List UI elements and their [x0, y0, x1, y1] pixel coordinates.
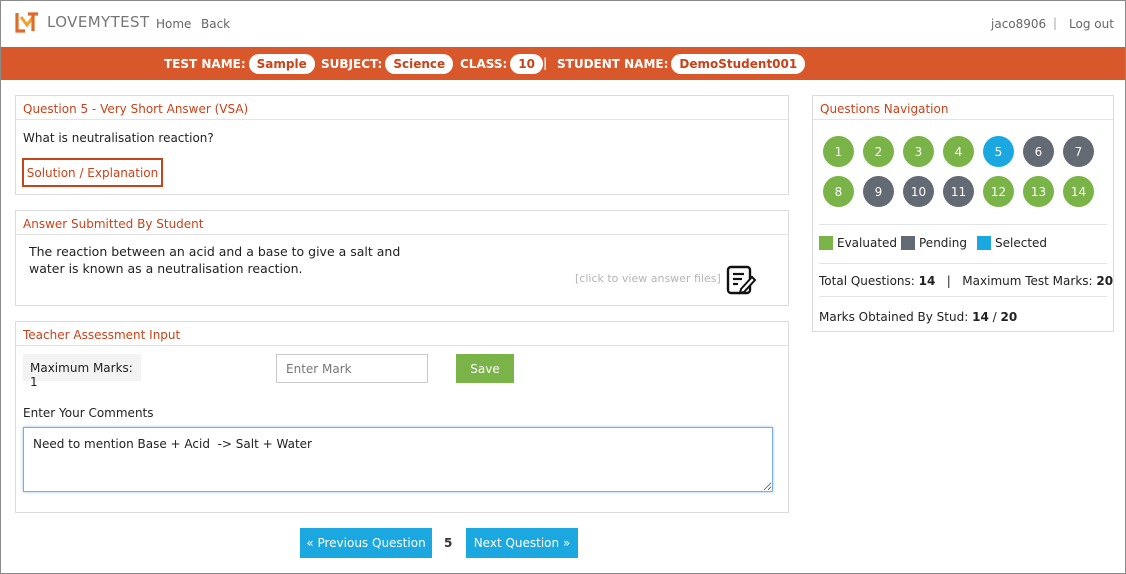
- next-question-button[interactable]: Next Question »: [466, 528, 578, 558]
- home-link[interactable]: Home: [156, 17, 191, 31]
- assessment-panel: Teacher Assessment Input Maximum Marks: …: [15, 321, 789, 513]
- nav-separator: |: [1053, 16, 1058, 30]
- question-nav-button[interactable]: 5: [983, 136, 1014, 167]
- question-nav-button[interactable]: 13: [1023, 176, 1054, 207]
- question-nav-button[interactable]: 11: [943, 176, 974, 207]
- question-nav-button[interactable]: 6: [1023, 136, 1054, 167]
- previous-question-button[interactable]: « Previous Question: [300, 528, 432, 558]
- subject-badge: Science: [385, 53, 454, 74]
- max-test-marks-value: 20: [1096, 274, 1114, 288]
- total-questions-value: 14: [918, 274, 936, 288]
- comments-textarea[interactable]: Need to mention Base + Acid -> Salt + Wa…: [23, 427, 773, 492]
- legend-pending: Pending: [901, 236, 967, 250]
- answer-panel: Answer Submitted By Student The reaction…: [15, 210, 789, 306]
- question-nav-button[interactable]: 4: [943, 136, 974, 167]
- student-name-label: STUDENT NAME:: [557, 56, 669, 71]
- class-badge: 10: [510, 53, 543, 74]
- navigation-heading: Questions Navigation: [813, 96, 1113, 120]
- marks-total-value: 20: [1000, 310, 1018, 324]
- info-separator: |: [307, 56, 312, 70]
- test-name-label: TEST NAME:: [164, 56, 246, 71]
- legend-selected-label: Selected: [995, 236, 1048, 250]
- legend-selected: Selected: [977, 236, 1047, 250]
- info-separator: |: [447, 56, 452, 70]
- question-nav-button[interactable]: 10: [903, 176, 934, 207]
- question-heading: Question 5 - Very Short Answer (VSA): [16, 96, 788, 120]
- subject-label: SUBJECT:: [321, 56, 383, 71]
- marks-obtained-label: Marks Obtained By Stud:: [819, 310, 969, 324]
- legend-evaluated: Evaluated: [819, 236, 897, 250]
- test-name-group: TEST NAME: Sample: [164, 53, 315, 74]
- divider: [819, 263, 1107, 264]
- username: jaco8906: [991, 17, 1047, 31]
- divider: [819, 224, 1107, 225]
- marks-slash: /: [992, 310, 997, 324]
- view-answer-files-link[interactable]: [click to view answer files]: [575, 272, 721, 285]
- legend-evaluated-label: Evaluated: [837, 236, 898, 250]
- class-group: CLASS: 10: [460, 53, 543, 74]
- back-link[interactable]: Back: [201, 17, 230, 31]
- enter-mark-input[interactable]: [276, 354, 428, 383]
- question-nav-button[interactable]: 2: [863, 136, 894, 167]
- evaluated-swatch: [819, 236, 833, 250]
- total-questions-label: Total Questions:: [819, 274, 915, 288]
- student-group: STUDENT NAME: DemoStudent001: [557, 53, 806, 74]
- question-nav-button[interactable]: 8: [823, 176, 854, 207]
- question-nav-button[interactable]: 9: [863, 176, 894, 207]
- top-nav: LOVEMYTEST Home Back jaco8906 | Log out: [0, 0, 1126, 47]
- save-button[interactable]: Save: [456, 354, 514, 383]
- question-nav-button[interactable]: 7: [1063, 136, 1094, 167]
- class-label: CLASS:: [460, 56, 508, 71]
- selected-swatch: [977, 236, 991, 250]
- pending-swatch: [901, 236, 915, 250]
- maximum-marks-label: Maximum Marks: 1: [23, 354, 141, 389]
- brand-name[interactable]: LOVEMYTEST: [47, 13, 150, 31]
- test-info-bar: TEST NAME: Sample | SUBJECT: Science | C…: [1, 47, 1125, 80]
- assessment-heading: Teacher Assessment Input: [16, 322, 788, 346]
- logout-link[interactable]: Log out: [1069, 17, 1114, 31]
- question-text: What is neutralisation reaction?: [23, 131, 214, 145]
- divider: [819, 296, 1107, 297]
- question-panel: Question 5 - Very Short Answer (VSA) Wha…: [15, 95, 789, 195]
- max-test-marks-label: Maximum Test Marks:: [962, 274, 1093, 288]
- current-question-number: 5: [444, 536, 453, 550]
- question-nav-button[interactable]: 12: [983, 176, 1014, 207]
- question-nav-button[interactable]: 14: [1063, 176, 1094, 207]
- subject-group: SUBJECT: Science: [321, 53, 454, 74]
- questions-navigation-panel: Questions Navigation 1 2 3 4 5 6 7 8 9 10 11 12 13 14…: [812, 95, 1114, 332]
- question-nav-button[interactable]: 3: [903, 136, 934, 167]
- student-answer-text: The reaction between an acid and a base …: [29, 244, 401, 276]
- stats-separator: |: [946, 274, 951, 288]
- student-name-badge: DemoStudent001: [671, 53, 806, 74]
- marks-obtained-value: 14: [972, 310, 989, 324]
- info-separator: |: [543, 56, 548, 70]
- comments-label: Enter Your Comments: [23, 406, 154, 420]
- test-stats: Total Questions: 14 | Maximum Test Marks…: [819, 274, 1113, 288]
- legend-pending-label: Pending: [919, 236, 967, 250]
- lovemytest-logo-icon[interactable]: [15, 11, 39, 33]
- solution-explanation-button[interactable]: Solution / Explanation: [22, 158, 163, 187]
- question-nav-button[interactable]: 1: [823, 136, 854, 167]
- edit-note-icon[interactable]: [725, 264, 757, 296]
- test-name-badge: Sample: [248, 53, 315, 74]
- marks-obtained: Marks Obtained By Stud: 14 / 20: [819, 310, 1017, 324]
- answer-heading: Answer Submitted By Student: [16, 211, 788, 235]
